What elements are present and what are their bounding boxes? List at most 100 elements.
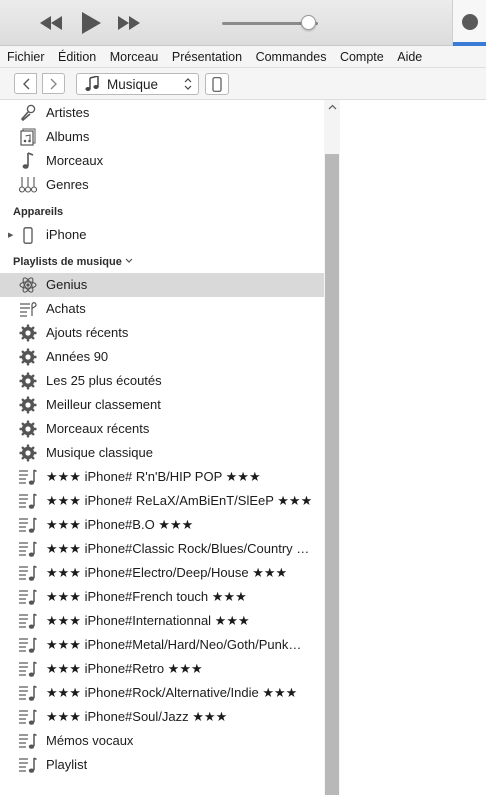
play-button[interactable] <box>79 10 103 36</box>
playlist-icon <box>18 660 37 678</box>
playlist-item-genius[interactable]: Genius <box>0 273 324 297</box>
playlist-icon <box>18 564 37 582</box>
playlist-item-label: ★★★ iPhone#French touch ★★★ <box>46 589 247 604</box>
playlist-item-label: ★★★ iPhone#Electro/Deep/House ★★★ <box>46 565 288 580</box>
menu-bar: Fichier Édition Morceau Présentation Command… <box>0 46 486 68</box>
sidebar-scrollbar-thumb[interactable] <box>325 154 339 795</box>
menu-commandes[interactable]: Commandes <box>256 50 327 64</box>
playlist-icon <box>18 756 37 774</box>
device-button[interactable] <box>205 73 229 95</box>
playlist-item-iphone-soul-jazz[interactable]: ★★★ iPhone#Soul/Jazz ★★★ <box>0 705 324 729</box>
playlist-item-playlist[interactable]: Playlist <box>0 753 324 777</box>
menu-compte[interactable]: Compte <box>340 50 384 64</box>
menu-presentation[interactable]: Présentation <box>172 50 242 64</box>
playlist-item-memos-vocaux[interactable]: Mémos vocaux <box>0 729 324 753</box>
device-item-label: iPhone <box>46 227 87 242</box>
playlist-item-iphone-rock-alternative-indie[interactable]: ★★★ iPhone#Rock/Alternative/Indie ★★★ <box>0 681 324 705</box>
itunes-window: Fichier Édition Morceau Présentation Command… <box>0 0 486 795</box>
playlist-item-iphone-retro[interactable]: ★★★ iPhone#Retro ★★★ <box>0 657 324 681</box>
playlist-item-iphone-b-o[interactable]: ★★★ iPhone#B.O ★★★ <box>0 513 324 537</box>
menu-edition[interactable]: Édition <box>58 50 96 64</box>
library-item-morceaux[interactable]: Morceaux <box>0 149 324 173</box>
device-item-iphone[interactable]: iPhone <box>0 223 324 247</box>
status-display[interactable] <box>452 0 486 46</box>
playlist-item-iphone-french-touch[interactable]: ★★★ iPhone#French touch ★★★ <box>0 585 324 609</box>
playlist-item-label: ★★★ iPhone# R'n'B/HIP POP ★★★ <box>46 469 261 484</box>
chevron-down-icon <box>122 256 133 268</box>
playlist-item-label: Mémos vocaux <box>46 733 134 748</box>
playlist-item-iphone-metal-hard-neo-goth-punk[interactable]: ★★★ iPhone#Metal/Hard/Neo/Goth/Punk… <box>0 633 324 657</box>
sidebar: Artistes Albums Morceaux Genres Appareils ▶ iP… <box>0 100 340 795</box>
playlist-item-label: ★★★ iPhone#Rock/Alternative/Indie ★★★ <box>46 685 298 700</box>
playlist-item-label: Années 90 <box>46 349 109 364</box>
playlist-item-label: Genius <box>46 277 88 292</box>
playlist-item-iphone-classic-rock-blues-country[interactable]: ★★★ iPhone#Classic Rock/Blues/Country ★… <box>0 537 324 561</box>
playlist-icon <box>18 636 37 654</box>
library-item-artistes[interactable]: Artistes <box>0 101 324 125</box>
playlist-item-achats[interactable]: Achats <box>0 297 324 321</box>
scroll-up-icon[interactable] <box>328 103 337 112</box>
forward-button[interactable] <box>42 73 65 94</box>
playlist-icon <box>18 732 37 750</box>
playlist-icon <box>18 684 37 702</box>
player-bar <box>0 0 486 46</box>
playlist-item-ajouts-recents[interactable]: Ajouts récents <box>0 321 324 345</box>
navigation-toolbar: Musique <box>0 68 486 100</box>
playlist-item-label: Morceaux récents <box>46 421 150 436</box>
menu-morceau[interactable]: Morceau <box>110 50 159 64</box>
media-kind-select[interactable]: Musique <box>76 73 199 95</box>
playlist-item-iphone-internationnal[interactable]: ★★★ iPhone#Internationnal ★★★ <box>0 609 324 633</box>
content-pane <box>341 100 486 795</box>
library-item-label: Morceaux <box>46 153 104 168</box>
chevron-right-icon <box>50 78 57 89</box>
library-item-genres[interactable]: Genres <box>0 173 324 197</box>
playlist-item-label: ★★★ iPhone# ReLaX/AmBiEnT/SlEeP ★★★ <box>46 493 313 508</box>
library-item-albums[interactable]: Albums <box>0 125 324 149</box>
playlist-item-iphone-r-n-b-hip-pop[interactable]: ★★★ iPhone# R'n'B/HIP POP ★★★ <box>0 465 324 489</box>
playlists-section-header[interactable]: Playlists de musique <box>13 256 133 268</box>
chevron-left-icon <box>22 78 29 89</box>
playlist-item-annees-90[interactable]: Années 90 <box>0 345 324 369</box>
music-note-icon <box>85 76 99 91</box>
playlist-item-morceaux-recents[interactable]: Morceaux récents <box>0 417 324 441</box>
smart-playlist-gear-icon <box>18 348 37 366</box>
playlist-item-les-25-plus-ecoutes[interactable]: Les 25 plus écoutés <box>0 369 324 393</box>
smart-playlist-gear-icon <box>18 396 37 414</box>
play-icon <box>82 12 101 34</box>
itunes-activity-icon <box>462 14 478 30</box>
playlist-icon <box>18 612 37 630</box>
back-button[interactable] <box>14 73 37 94</box>
playlist-item-label: Les 25 plus écoutés <box>46 373 162 388</box>
library-item-label: Artistes <box>46 105 90 120</box>
playlist-item-iphone-electro-deep-house[interactable]: ★★★ iPhone#Electro/Deep/House ★★★ <box>0 561 324 585</box>
next-track-button[interactable] <box>116 10 142 36</box>
menu-aide[interactable]: Aide <box>397 50 422 64</box>
previous-track-button[interactable] <box>38 10 64 36</box>
playlist-icon <box>18 540 37 558</box>
playlist-item-label: ★★★ iPhone#B.O ★★★ <box>46 517 194 532</box>
smart-playlist-gear-icon <box>18 420 37 438</box>
playlist-item-label: ★★★ iPhone#Internationnal ★★★ <box>46 613 250 628</box>
rewind-icon <box>40 16 62 30</box>
microphone-icon <box>18 104 37 122</box>
playlist-item-label: Playlist <box>46 757 88 772</box>
playlist-item-label: ★★★ iPhone#Soul/Jazz ★★★ <box>46 709 228 724</box>
album-icon <box>18 128 37 146</box>
smart-playlist-gear-icon <box>18 444 37 462</box>
playlist-item-meilleur-classement[interactable]: Meilleur classement <box>0 393 324 417</box>
volume-slider-knob[interactable] <box>300 15 316 30</box>
devices-section-header[interactable]: Appareils <box>13 206 63 218</box>
playlist-icon <box>18 468 37 486</box>
smart-playlist-gear-icon <box>18 324 37 342</box>
playlist-item-label: Ajouts récents <box>46 325 129 340</box>
playlists-header-label: Playlists de musique <box>13 256 122 268</box>
iphone-icon <box>212 76 222 92</box>
playlist-icon <box>18 516 37 534</box>
menu-fichier[interactable]: Fichier <box>7 50 45 64</box>
fast-forward-icon <box>118 16 140 30</box>
playlist-item-iphone-relax-ambient-sleep[interactable]: ★★★ iPhone# ReLaX/AmBiEnT/SlEeP ★★★ <box>0 489 324 513</box>
playlist-item-label: ★★★ iPhone#Classic Rock/Blues/Country ★… <box>46 541 318 556</box>
playlist-item-musique-classique[interactable]: Musique classique <box>0 441 324 465</box>
genius-icon <box>18 276 37 294</box>
playlist-icon <box>18 492 37 510</box>
